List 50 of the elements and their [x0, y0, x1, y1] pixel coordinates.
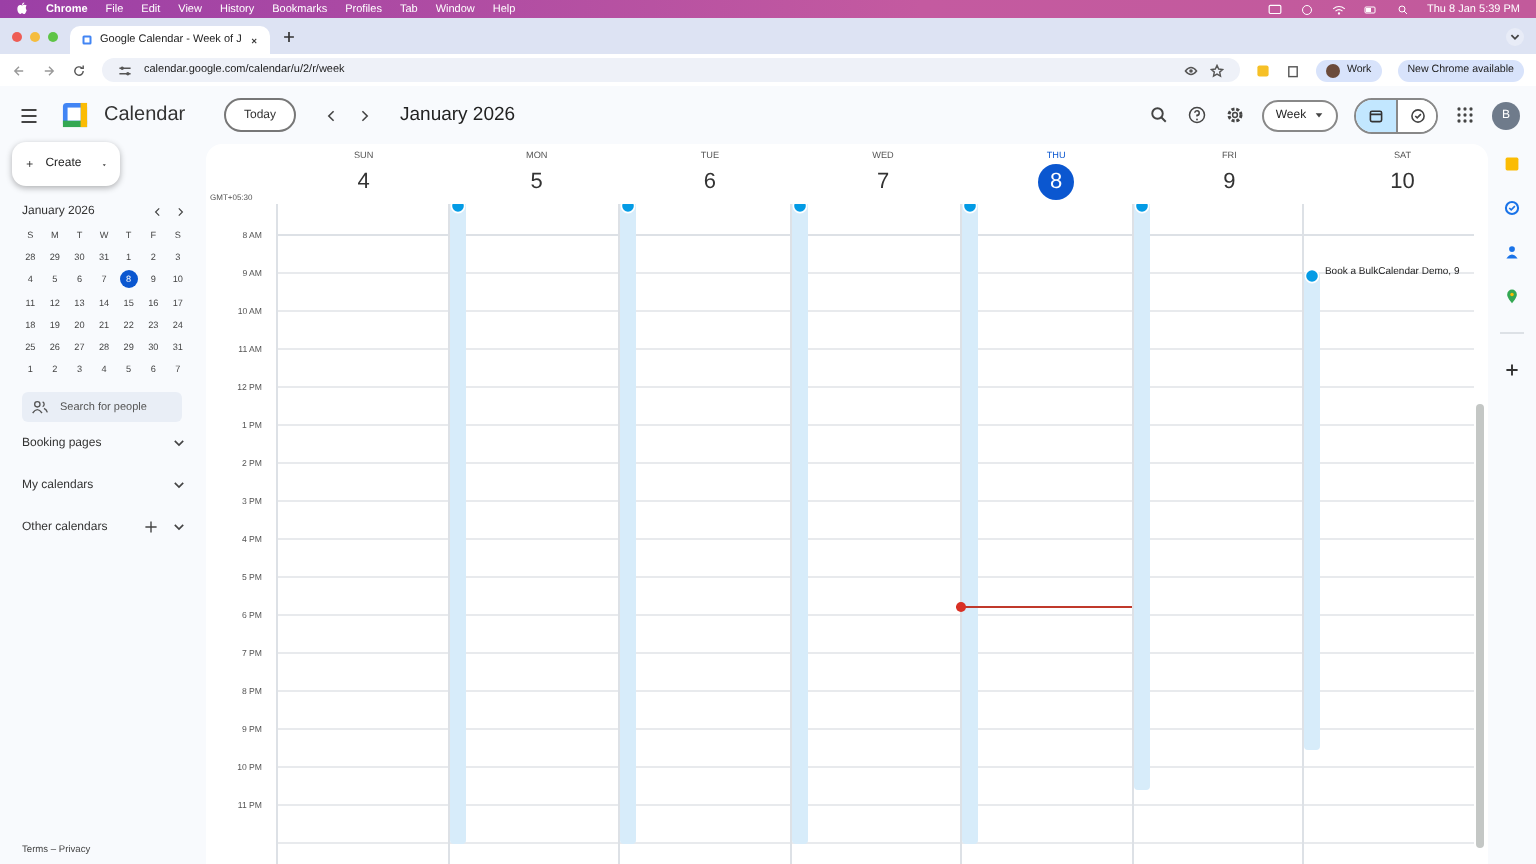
day-number[interactable]: 6 — [691, 164, 728, 200]
calendar-view-button[interactable] — [1356, 99, 1396, 131]
help-icon[interactable] — [1188, 106, 1206, 124]
day-number[interactable]: 4 — [345, 164, 382, 200]
back-icon[interactable] — [12, 63, 26, 77]
chevron-down-icon[interactable] — [172, 520, 186, 535]
settings-icon[interactable] — [1226, 106, 1244, 124]
calendar-icon — [1368, 107, 1384, 123]
search-icon[interactable] — [1395, 3, 1410, 15]
contacts-icon[interactable] — [1504, 244, 1520, 260]
new-tab-icon[interactable] — [282, 29, 296, 43]
star-icon[interactable] — [1210, 63, 1225, 77]
day-number[interactable]: 10 — [1384, 164, 1421, 200]
day-number[interactable]: 9 — [1211, 164, 1248, 200]
caret-icon — [1314, 110, 1325, 120]
day-number[interactable]: 8 — [1038, 164, 1075, 200]
chevron-down-icon[interactable] — [172, 436, 186, 451]
previous-icon[interactable] — [324, 107, 340, 123]
day-number[interactable]: 5 — [518, 164, 555, 200]
apps-grid-icon[interactable] — [1456, 106, 1474, 124]
wifi-icon[interactable] — [1331, 3, 1346, 15]
forward-icon[interactable] — [42, 63, 56, 77]
calendar-logo-icon — [82, 34, 92, 46]
eye-icon[interactable] — [1184, 63, 1199, 77]
close-icon[interactable] — [249, 35, 258, 45]
search-icon[interactable] — [1150, 106, 1168, 124]
sliders-icon — [118, 63, 132, 77]
event-dot-icon — [1304, 268, 1321, 284]
check-circle-icon — [1409, 107, 1425, 123]
tasks-icon[interactable] — [1504, 200, 1520, 216]
reload-icon[interactable] — [72, 63, 86, 77]
people-icon — [32, 400, 48, 415]
period-title: January 2026 — [400, 104, 516, 126]
apple-icon[interactable] — [16, 2, 28, 16]
scrollbar-thumb[interactable] — [1476, 404, 1485, 848]
screen-icon[interactable] — [1267, 3, 1282, 15]
day-number[interactable]: 7 — [865, 164, 902, 200]
map-pin-icon[interactable] — [1504, 288, 1520, 304]
battery-icon[interactable] — [1363, 3, 1378, 15]
previous-icon[interactable] — [152, 206, 164, 218]
calendar-logo-icon — [62, 102, 88, 128]
add-icon[interactable] — [1504, 362, 1520, 378]
menu-icon[interactable] — [20, 107, 38, 123]
app-title: Calendar — [104, 104, 188, 126]
next-icon[interactable] — [174, 206, 186, 218]
next-icon[interactable] — [356, 107, 372, 123]
plus-icon — [26, 156, 34, 172]
tasks-view-button[interactable] — [1396, 99, 1436, 131]
chevron-down-icon[interactable] — [1506, 27, 1524, 45]
chevron-down-icon[interactable] — [172, 478, 186, 493]
